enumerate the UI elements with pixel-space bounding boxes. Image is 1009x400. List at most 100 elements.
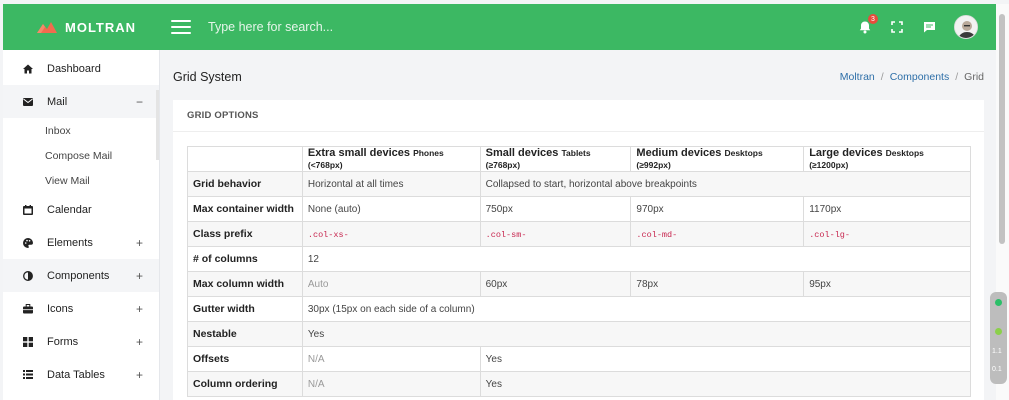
header-main: Large devices: [809, 147, 883, 159]
sidebar-item-label: Data Tables: [47, 368, 105, 381]
row-label: Nestable: [187, 321, 303, 347]
row-label: Offsets: [187, 346, 303, 372]
breadcrumb-separator: /: [880, 71, 884, 83]
table-cell: 1170px: [803, 196, 971, 222]
table-cell: Horizontal at all times: [301, 171, 481, 197]
expand-toggle[interactable]: +: [136, 302, 143, 316]
sidebar-item-label: Icons: [47, 302, 74, 315]
grid-icon: [23, 336, 33, 347]
code-snippet: .col-lg-: [809, 229, 850, 240]
bell-icon[interactable]: 3: [858, 14, 878, 34]
header-main: Small devices: [485, 147, 559, 159]
row-label: Max container width: [187, 196, 303, 222]
table-header-sm: Small devices Tablets (≥768px): [479, 146, 632, 172]
table-header-row: Extra small devices Phones (<768px) Smal…: [187, 146, 971, 172]
brand[interactable]: MOLTRAN: [3, 20, 163, 35]
sidebar-item-dashboard[interactable]: Dashboard: [3, 52, 159, 85]
table-header-md: Medium devices Desktops (≥992px): [630, 146, 805, 172]
row-label: Column ordering: [187, 371, 303, 397]
code-snippet: .col-xs-: [307, 229, 349, 240]
expand-toggle[interactable]: +: [136, 236, 143, 250]
palette-icon: [23, 237, 33, 248]
table-cell: Yes: [301, 321, 972, 347]
mountain-logo-icon: [37, 21, 57, 33]
table-row: # of columns 12: [187, 246, 972, 272]
chat-icon[interactable]: [922, 20, 936, 34]
table-header-xs: Extra small devices Phones (<768px): [301, 146, 481, 172]
row-label: Gutter width: [187, 296, 303, 322]
calendar-icon: [23, 204, 33, 215]
home-icon: [23, 64, 33, 74]
search-input[interactable]: [208, 13, 508, 41]
scrollbar-thumb[interactable]: [999, 14, 1005, 244]
table-cell: N/A: [301, 371, 481, 397]
row-label: # of columns: [187, 246, 303, 272]
sidebar-item-label: Dashboard: [47, 62, 101, 75]
table-header-empty: [187, 146, 303, 172]
table-cell: .col-md-: [630, 221, 805, 247]
expand-toggle[interactable]: +: [136, 335, 143, 349]
table-cell: 970px: [630, 196, 805, 222]
main-content: Grid System Moltran / Components / Grid …: [161, 50, 996, 400]
sidebar-item-label: Components: [47, 269, 110, 282]
breadcrumb-current: Grid: [964, 71, 984, 83]
sidebar-item-label: Mail: [47, 95, 68, 108]
table-row: Offsets N/A Yes: [187, 346, 972, 372]
status-dot-icon: [995, 299, 1002, 306]
briefcase-icon: [23, 303, 33, 314]
expand-toggle[interactable]: +: [136, 368, 143, 382]
sidebar-item-mail[interactable]: Mail −: [3, 85, 159, 118]
table-cell: Yes: [479, 346, 972, 372]
table-cell: Yes: [479, 371, 972, 397]
sidebar-item-calendar[interactable]: Calendar: [3, 193, 159, 226]
notification-badge: 3: [868, 14, 878, 24]
sidebar-item-data-tables[interactable]: Data Tables +: [3, 358, 159, 391]
sidebar-scrollbar[interactable]: [156, 90, 159, 160]
table-row: Nestable Yes: [187, 321, 972, 347]
top-navbar: MOLTRAN 3: [3, 4, 996, 50]
table-row: Max container width None (auto) 750px 97…: [187, 196, 971, 222]
row-label: Max column width: [187, 271, 303, 297]
table-cell: 78px: [630, 271, 805, 297]
table-cell: N/A: [301, 346, 481, 372]
sidebar-subitem-view-mail[interactable]: View Mail: [3, 168, 159, 193]
brand-name: MOLTRAN: [65, 19, 137, 35]
breadcrumb-separator: /: [955, 71, 959, 83]
table-cell: .col-sm-: [479, 221, 632, 247]
table-cell: 60px: [479, 271, 632, 297]
collapse-toggle[interactable]: −: [136, 95, 143, 109]
sidebar-item-components[interactable]: Components +: [3, 259, 159, 292]
header-main: Extra small devices: [307, 147, 410, 159]
sidebar-item-icons[interactable]: Icons +: [3, 292, 159, 325]
envelope-icon: [23, 97, 33, 107]
breadcrumb-link-components[interactable]: Components: [890, 71, 950, 83]
table-cell: 30px (15px on each side of a column): [301, 296, 972, 322]
hamburger-menu-icon[interactable]: [171, 20, 191, 34]
table-cell: Auto: [301, 271, 481, 297]
header-main: Medium devices: [636, 147, 722, 159]
code-snippet: .col-md-: [636, 229, 678, 240]
user-avatar[interactable]: [954, 15, 978, 39]
status-dot-icon: [995, 328, 1002, 335]
grid-options-card: GRID OPTIONS Extra small devices Phones …: [173, 100, 984, 400]
page-header: Grid System Moltran / Components / Grid: [161, 50, 996, 104]
code-snippet: .col-sm-: [485, 229, 527, 240]
table-row: Column ordering N/A Yes: [187, 371, 972, 397]
table-cell: .col-lg-: [803, 221, 971, 247]
sidebar-item-forms[interactable]: Forms +: [3, 325, 159, 358]
sidebar-item-elements[interactable]: Elements +: [3, 226, 159, 259]
breadcrumb-link-moltran[interactable]: Moltran: [840, 71, 875, 83]
page-title: Grid System: [173, 70, 242, 84]
network-monitor-widget[interactable]: 1.1 0.1: [990, 292, 1007, 384]
sidebar-subitem-compose-mail[interactable]: Compose Mail: [3, 143, 159, 168]
expand-toggle[interactable]: +: [136, 269, 143, 283]
table-cell: .col-xs-: [301, 221, 481, 247]
monitor-value: 1.1: [992, 348, 1002, 355]
sidebar-subitem-inbox[interactable]: Inbox: [3, 118, 159, 143]
table-row: Max column width Auto 60px 78px 95px: [187, 271, 971, 297]
table-row: Class prefix .col-xs- .col-sm- .col-md- …: [187, 221, 971, 247]
fullscreen-icon[interactable]: [890, 20, 904, 34]
card-title: GRID OPTIONS: [173, 100, 984, 132]
half-circle-icon: [23, 270, 33, 281]
table-cell: None (auto): [301, 196, 481, 222]
